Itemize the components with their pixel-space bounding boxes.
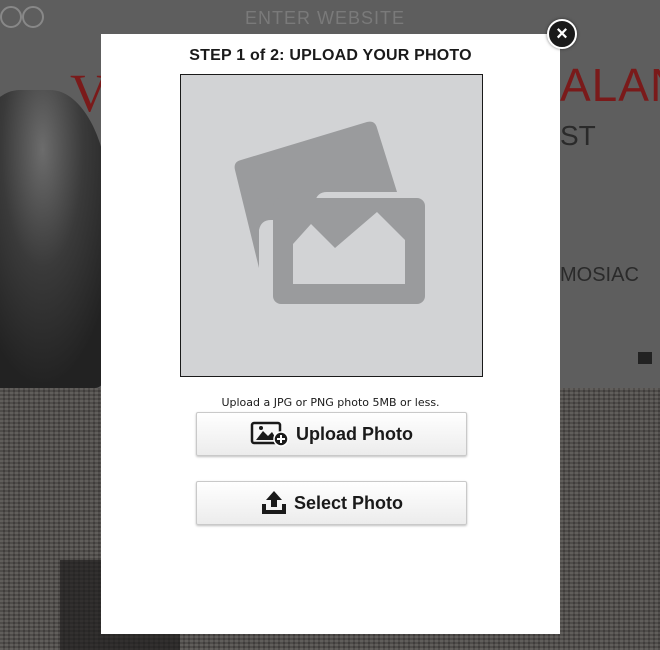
social-icon — [0, 6, 22, 28]
photo-preview-area — [180, 74, 483, 377]
upload-hint-text: Upload a JPG or PNG photo 5MB or less. — [221, 396, 440, 409]
upload-tray-icon — [260, 490, 288, 516]
social-icon — [22, 6, 44, 28]
select-photo-label: Select Photo — [293, 492, 404, 513]
image-plus-icon — [250, 421, 290, 447]
close-button[interactable]: × — [547, 19, 577, 49]
enter-website-link: ENTER WEBSITE — [245, 8, 406, 28]
hero-figure-image — [0, 90, 110, 388]
video-camera-icon — [638, 352, 652, 364]
modal-title: STEP 1 of 2: UPLOAD YOUR PHOTO — [189, 47, 472, 64]
image-placeholder-icon — [234, 121, 425, 304]
select-photo-button[interactable]: Select Photo — [196, 481, 467, 525]
hero-subtitle: ST — [560, 120, 596, 151]
upload-photo-label: Upload Photo — [296, 423, 413, 444]
upload-modal: STEP 1 of 2: UPLOAD YOUR PHOTO Upload a … — [101, 34, 560, 634]
close-icon: × — [556, 22, 568, 45]
upload-photo-button[interactable]: Upload Photo — [196, 412, 467, 456]
hero-mosaic-text: MOSIAC — [560, 264, 639, 286]
hero-title-right: ALAN — [560, 59, 660, 111]
